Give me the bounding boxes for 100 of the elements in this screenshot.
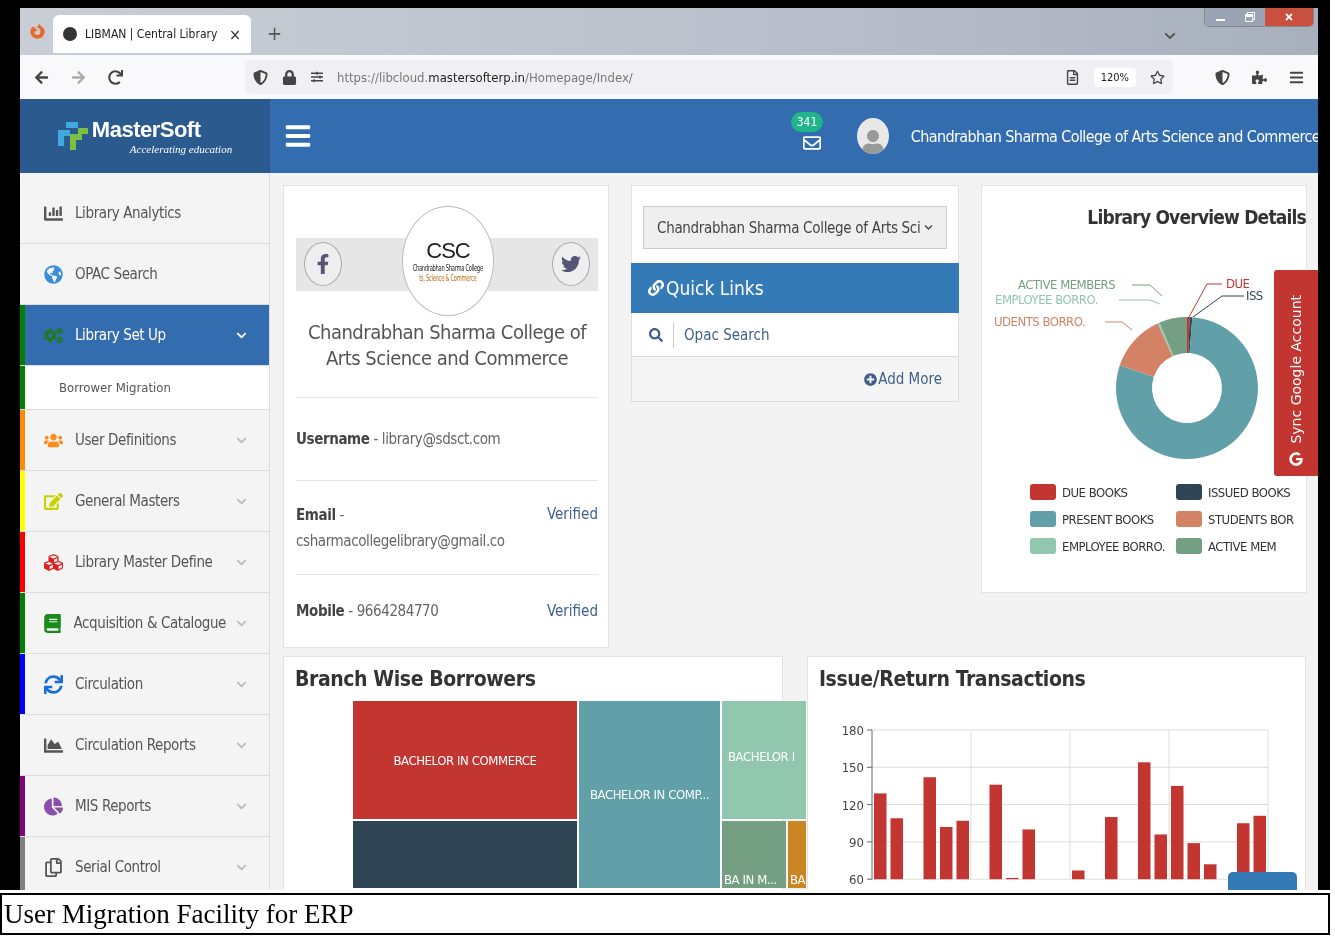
- minimize-icon: [1215, 19, 1225, 21]
- overview-title: Library Overview Details: [1087, 206, 1306, 228]
- sidebar-item[interactable]: Library Master Define: [20, 532, 269, 593]
- bar: [1072, 870, 1085, 880]
- edit-icon: [41, 491, 65, 511]
- bar: [1204, 864, 1217, 880]
- figure-caption: User Migration Facility for ERP: [0, 893, 1330, 935]
- restore-icon: [1245, 12, 1255, 22]
- legend-item[interactable]: PRESENT BOOKS: [1030, 511, 1176, 527]
- slice-label: DUE: [1226, 276, 1250, 291]
- logo-icon: [57, 122, 88, 150]
- pie-chart-icon: [41, 796, 65, 816]
- reload-icon[interactable]: [108, 69, 123, 85]
- mail-icon[interactable]: [802, 134, 821, 152]
- star-icon[interactable]: [1150, 69, 1165, 85]
- menu-icon[interactable]: [1289, 69, 1304, 85]
- sync-icon: [41, 674, 65, 694]
- leader-line: [1118, 299, 1161, 305]
- bar: [1006, 877, 1019, 880]
- panel-title: Issue/Return Transactions: [818, 666, 1087, 693]
- sliders-icon: [311, 71, 323, 83]
- legend-item[interactable]: DUE BOOKS: [1030, 484, 1176, 500]
- sidebar-item[interactable]: Acquisition & Catalogue: [20, 593, 269, 654]
- axis-tick-label: 90: [849, 834, 864, 850]
- leader-line: [1131, 284, 1163, 297]
- legend-item[interactable]: STUDENTS BOR: [1176, 511, 1316, 527]
- profile-field: Email - csharmacollegelibrary@gmail.co: [296, 501, 536, 554]
- browser-tab[interactable]: LIBMAN | Central Library ×: [53, 15, 251, 53]
- sync-google-account-button[interactable]: Sync Google Account: [1274, 270, 1318, 476]
- college-logo: CSC Chandrabhan Sharma College ts, Science & Commerce: [402, 206, 494, 316]
- google-icon: [1289, 452, 1303, 466]
- panel-title: Branch Wise Borrowers: [294, 666, 537, 693]
- shield-icon: [253, 69, 268, 85]
- sidebar-item[interactable]: Library Set Up: [20, 305, 269, 366]
- quick-link[interactable]: Opac Search: [631, 313, 959, 357]
- slice-label: UDENTS BORRO.: [994, 314, 1086, 329]
- logo-tagline: Accelerating education: [129, 143, 233, 155]
- axis-tick-label: 180: [841, 723, 864, 738]
- puzzle-icon[interactable]: [1252, 69, 1267, 85]
- legend-item[interactable]: ACTIVE MEM: [1176, 538, 1316, 554]
- treemap-tile: BA: [788, 821, 806, 888]
- twitter-icon[interactable]: [552, 242, 590, 287]
- legend-item[interactable]: ISSUED BOOKS: [1176, 484, 1316, 500]
- reader-view-icon[interactable]: [1064, 69, 1080, 85]
- treemap-tile: BA IN M...: [722, 821, 786, 888]
- treemap-tile: BACHELOR IN COMP...: [579, 701, 720, 888]
- verified-status: Verified: [546, 602, 598, 621]
- axis-tick-label: 60: [849, 872, 864, 888]
- leader-line: [1104, 321, 1133, 331]
- chevron-down-icon[interactable]: [1164, 30, 1176, 42]
- gears-icon: [41, 325, 65, 345]
- bar-chart-icon: [41, 203, 65, 223]
- area-chart-icon: [41, 735, 65, 755]
- avatar-silhouette[interactable]: [856, 118, 889, 154]
- address-bar[interactable]: https://libcloud.mastersofterp.in/Homepage/Index/ 120%: [245, 60, 1173, 94]
- quick-links-header: Quick Links: [631, 263, 959, 313]
- sidebar-item[interactable]: General Masters: [20, 471, 269, 532]
- zoom-level[interactable]: 120%: [1093, 67, 1136, 87]
- facebook-icon[interactable]: [304, 242, 342, 287]
- close-icon: [1284, 12, 1294, 22]
- sidebar-subitem[interactable]: Borrower Migration: [20, 366, 269, 410]
- mail-count-badge: 341: [790, 112, 824, 132]
- bar: [1154, 834, 1167, 880]
- profile-field: Mobile - 9664284770: [296, 598, 439, 625]
- tab-title: LIBMAN | Central Library: [85, 27, 219, 41]
- plus-icon: [864, 372, 878, 386]
- college-name: Chandrabhan Sharma College of Arts Science and Commerce: [296, 318, 598, 398]
- slice-label: ISS: [1246, 288, 1263, 303]
- cubes-icon: [41, 552, 65, 572]
- link-icon: [648, 280, 664, 296]
- treemap-tile: BACHELOR IN COMMERCE: [353, 701, 577, 819]
- logo-name: MasterSoft: [91, 117, 202, 143]
- bar: [1187, 843, 1200, 880]
- back-icon[interactable]: [34, 69, 49, 85]
- sidebar-item[interactable]: Circulation: [20, 654, 269, 715]
- book-icon: [41, 613, 64, 633]
- chevron-down-icon: [924, 223, 934, 232]
- legend-item[interactable]: EMPLOYEE BORRO.: [1030, 538, 1176, 554]
- bar: [956, 820, 969, 880]
- treemap-tile: BACHELOR I: [722, 701, 806, 819]
- close-tab-button[interactable]: ×: [228, 24, 241, 44]
- profile-field: Username - library@sdsct.com: [296, 425, 501, 452]
- slice-label: EMPLOYEE BORRO.: [995, 292, 1098, 307]
- sidebar-item[interactable]: User Definitions: [20, 410, 269, 471]
- url-text: https://libcloud.mastersofterp.in/Homepage/Index/: [337, 69, 634, 85]
- verified-status: Verified: [546, 504, 598, 523]
- close-window-button[interactable]: [1265, 8, 1313, 26]
- bar: [940, 827, 953, 880]
- lock-icon: [282, 69, 297, 85]
- new-tab-button[interactable]: +: [267, 21, 283, 45]
- slice-label: ACTIVE MEMBERS: [1018, 277, 1116, 292]
- bar: [1105, 817, 1118, 880]
- globe-icon: [41, 264, 65, 284]
- axis-tick-label: 120: [841, 797, 864, 813]
- axis-tick-label: 150: [841, 760, 864, 776]
- sidebar-item[interactable]: MIS Reports: [20, 776, 269, 837]
- college-select[interactable]: Chandrabhan Sharma College of Arts Sci: [643, 206, 947, 249]
- tab-favicon: [63, 27, 77, 41]
- bar: [890, 818, 903, 880]
- add-more-button[interactable]: Add More: [864, 370, 942, 388]
